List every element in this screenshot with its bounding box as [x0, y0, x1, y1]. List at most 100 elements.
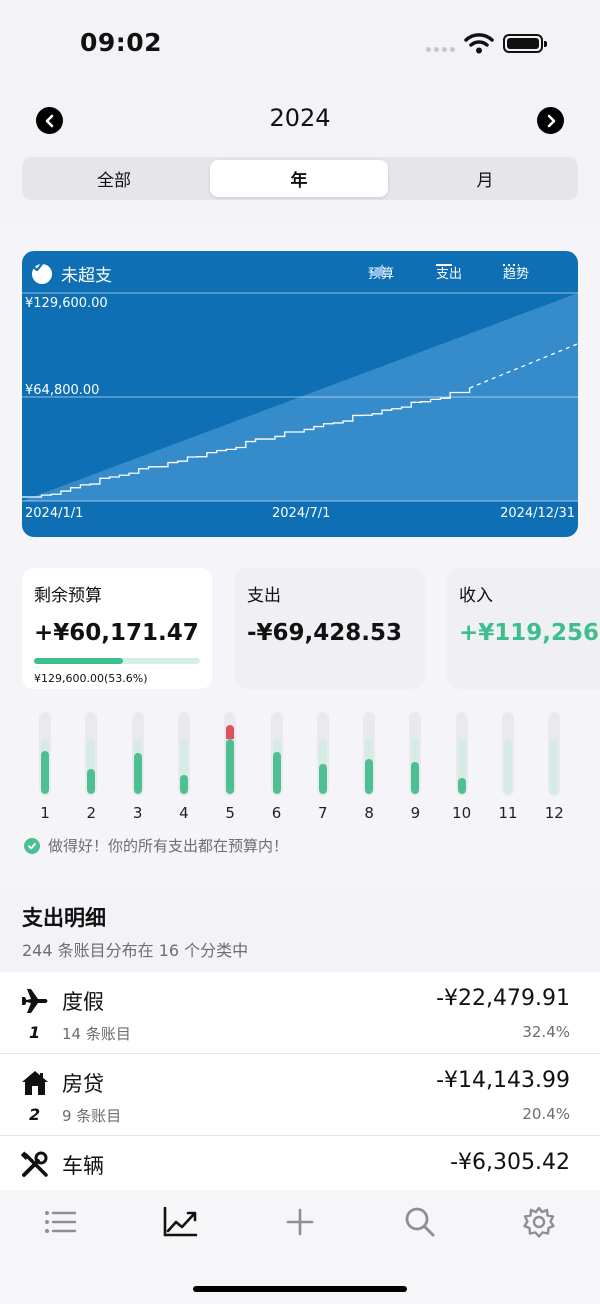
month-bar-over-budget: [226, 725, 235, 739]
legend-trend: 趋势: [503, 263, 529, 282]
month-bar[interactable]: [502, 712, 514, 796]
month-bar-track: [411, 739, 420, 794]
category-row[interactable]: 度假 1 14 条账目 -¥22,479.91 32.4%: [0, 972, 600, 1054]
y-tick-label: ¥129,600.00: [25, 296, 108, 311]
remaining-budget-value: +¥60,171.47: [34, 620, 199, 646]
month-bar[interactable]: [39, 712, 51, 796]
home-indicator: [193, 1286, 407, 1292]
budget-triangle-icon: [369, 264, 383, 276]
income-value: +¥119,256.29: [459, 620, 600, 646]
month-bar[interactable]: [177, 712, 190, 796]
category-rank: 1: [29, 1023, 41, 1042]
budget-message: 做得好！你的所有支出都在预算内！: [24, 835, 288, 856]
month-bar[interactable]: [455, 712, 468, 796]
remaining-budget-card[interactable]: 剩余预算 +¥60,171.47 ¥129,600.00(53.6%): [22, 568, 212, 689]
category-count: 9 条账目: [62, 1107, 122, 1125]
x-tick-label: 2024/12/31: [500, 506, 575, 521]
tab-chart[interactable]: [160, 1202, 200, 1242]
month-bar-track: [318, 739, 327, 794]
wifi-icon: [464, 33, 494, 54]
month-label: 10: [452, 804, 472, 822]
month-label: 4: [179, 804, 189, 822]
cellular-signal-icon: [426, 47, 455, 52]
month-bar-track: [133, 739, 142, 794]
month-bar-fill: [318, 763, 327, 794]
search-icon: [405, 1207, 435, 1237]
month-label: 11: [498, 804, 518, 822]
tab-search[interactable]: [400, 1202, 440, 1242]
month-label: 12: [544, 804, 564, 822]
x-tick-label: 2024/7/1: [272, 506, 331, 521]
segment-all[interactable]: 全部: [25, 160, 203, 197]
budget-progress-fill: [34, 658, 123, 664]
chevron-right-icon: [547, 114, 555, 127]
house-icon: [22, 1071, 48, 1095]
year-title: 2024: [269, 104, 331, 132]
month-bar[interactable]: [131, 712, 144, 796]
month-bar[interactable]: [316, 712, 329, 796]
month-bar[interactable]: [85, 712, 98, 796]
tab-add[interactable]: [280, 1202, 320, 1242]
category-name: 度假: [62, 990, 104, 1014]
month-bar[interactable]: [270, 712, 283, 796]
month-bar-fill: [133, 753, 142, 794]
detail-title: 支出明细: [22, 906, 106, 930]
category-list: 度假 1 14 条账目 -¥22,479.91 32.4% 房贷 2 9 条账目…: [0, 972, 600, 1202]
month-bar-track: [226, 725, 235, 794]
category-percent: 20.4%: [522, 1105, 570, 1123]
gear-icon: [523, 1206, 555, 1238]
income-card[interactable]: 收入 +¥119,256.29: [447, 568, 600, 689]
category-amount: -¥6,305.42: [450, 1150, 570, 1175]
chart-icon: [163, 1206, 198, 1237]
tab-list[interactable]: [40, 1202, 80, 1242]
category-amount: -¥22,479.91: [436, 986, 570, 1011]
category-row[interactable]: 房贷 2 9 条账目 -¥14,143.99 20.4%: [0, 1054, 600, 1136]
month-bar-fill: [457, 777, 466, 794]
y-tick-label: ¥64,800.00: [25, 383, 100, 398]
budget-status-label: 未超支: [61, 266, 112, 286]
remaining-budget-label: 剩余预算: [34, 586, 102, 606]
month-bar[interactable]: [224, 712, 237, 796]
dotted-line-icon: [503, 264, 519, 266]
list-icon: [45, 1211, 77, 1233]
category-name: 车辆: [62, 1154, 104, 1178]
month-bar[interactable]: [548, 712, 561, 796]
month-bar-track: [504, 739, 512, 794]
checkmark-icon: [32, 262, 52, 284]
category-rank: 2: [29, 1105, 41, 1124]
next-year-button[interactable]: [537, 107, 564, 134]
tab-settings[interactable]: [519, 1202, 559, 1242]
segment-month[interactable]: 月: [396, 160, 574, 197]
month-bar-fill: [41, 751, 49, 794]
category-count: 14 条账目: [62, 1025, 131, 1043]
month-bar-fill: [411, 762, 420, 794]
category-amount: -¥14,143.99: [436, 1068, 570, 1093]
budget-chart: [22, 292, 578, 502]
budget-chart-card[interactable]: 未超支 预算 支出 趋势 ¥129,600.00 ¥64,800.00 2024…: [22, 251, 578, 537]
category-name: 房贷: [62, 1072, 104, 1096]
expense-card[interactable]: 支出 -¥69,428.53: [235, 568, 425, 689]
budget-message-text: 做得好！你的所有支出都在预算内！: [48, 837, 289, 855]
checkmark-icon: [24, 837, 40, 854]
month-bar-track: [457, 739, 466, 794]
month-bar-fill: [87, 769, 96, 794]
period-segmented-control: 全部 年 月: [22, 157, 578, 200]
category-percent: 32.4%: [522, 1023, 570, 1041]
month-label: 1: [40, 804, 50, 822]
segment-year[interactable]: 年: [210, 160, 388, 197]
budget-status: 未超支: [32, 261, 112, 286]
budget-progress-bar: [34, 658, 200, 664]
month-bar[interactable]: [409, 712, 422, 796]
x-tick-label: 2024/1/1: [25, 506, 84, 521]
month-label: 7: [318, 804, 328, 822]
month-label: 2: [86, 804, 97, 822]
detail-subtitle: 244 条账目分布在 16 个分类中: [22, 941, 249, 960]
month-bar-track: [87, 739, 96, 794]
month-bar-track: [41, 739, 49, 794]
month-label: 6: [271, 804, 282, 822]
month-bar-track: [272, 739, 281, 794]
month-bar[interactable]: [363, 712, 376, 796]
solid-line-icon: [436, 264, 452, 266]
month-bar-track: [550, 739, 559, 794]
battery-icon: [503, 34, 547, 53]
